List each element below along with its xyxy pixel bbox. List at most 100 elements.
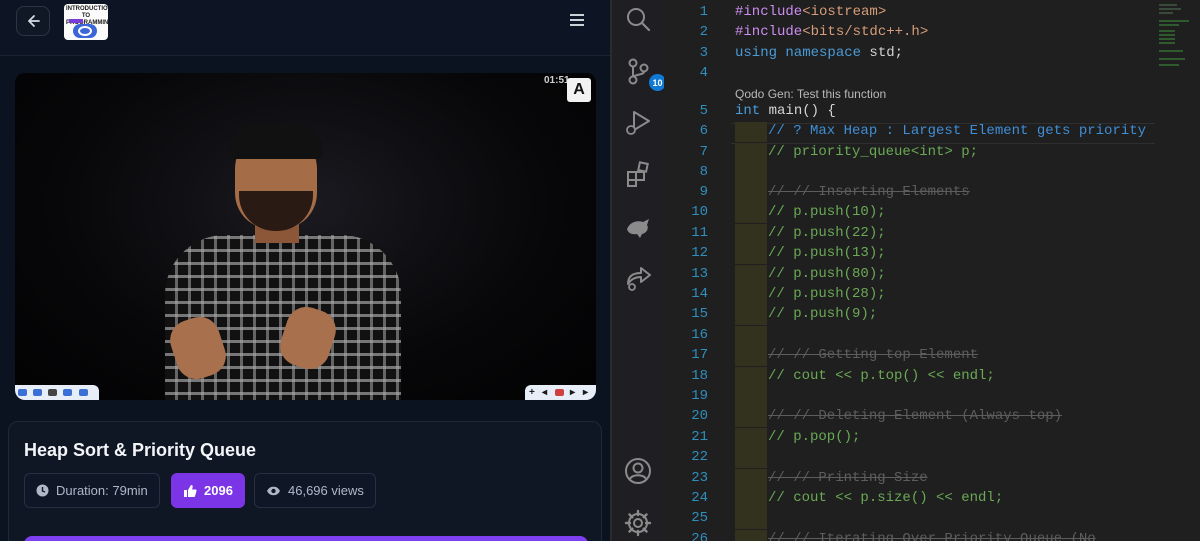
indent-guide xyxy=(735,122,767,142)
code-line[interactable]: using namespace std; xyxy=(735,45,903,61)
clock-icon xyxy=(36,484,49,497)
line-number: 18 xyxy=(691,368,708,384)
code-line[interactable]: // p.push(22); xyxy=(768,225,886,241)
video-lesson-panel: INTRODUCTION TO PROGRAMMING 01:51 A xyxy=(0,0,610,541)
run-debug-icon[interactable] xyxy=(623,107,653,137)
lesson-info-card: Heap Sort & Priority Queue Duration: 79m… xyxy=(8,421,602,541)
eye-icon xyxy=(267,486,280,495)
search-icon[interactable] xyxy=(623,4,653,34)
duration-pill: Duration: 79min xyxy=(24,473,160,508)
code-line[interactable]: // p.push(9); xyxy=(768,306,877,322)
indent-guide xyxy=(735,285,767,305)
indent-guide xyxy=(735,143,767,163)
code-line[interactable]: // p.pop(); xyxy=(768,429,860,445)
indent-guide xyxy=(735,387,767,407)
line-number: 6 xyxy=(699,123,708,139)
indent-guide xyxy=(735,244,767,264)
primary-action-button[interactable] xyxy=(24,536,588,541)
video-logo-badge: A xyxy=(567,78,591,102)
code-line[interactable]: // ? Max Heap : Largest Element gets pri… xyxy=(768,123,1146,139)
lesson-title: Heap Sort & Priority Queue xyxy=(24,440,257,460)
indent-guide xyxy=(735,224,767,244)
source-control-icon[interactable]: 10 xyxy=(623,56,666,91)
indent-guide xyxy=(735,203,767,223)
menu-button[interactable] xyxy=(566,10,588,30)
account-icon[interactable] xyxy=(623,456,653,486)
views-pill: 46,696 views xyxy=(254,473,376,508)
line-number: 16 xyxy=(691,327,708,343)
line-number: 13 xyxy=(691,266,708,282)
whiteboard-toolbar-left[interactable] xyxy=(15,385,99,400)
line-number: 21 xyxy=(691,429,708,445)
code-line[interactable]: #include<iostream> xyxy=(735,4,886,20)
line-number: 4 xyxy=(699,65,708,81)
line-number: 15 xyxy=(691,306,708,322)
activity-bar: 10 xyxy=(610,0,666,541)
line-number: 1 xyxy=(699,4,708,20)
line-number: 12 xyxy=(691,245,708,261)
settings-icon[interactable] xyxy=(623,508,653,538)
tools-icon[interactable] xyxy=(623,212,653,242)
code-line[interactable]: #include<bits/stdc++.h> xyxy=(735,24,928,40)
code-line[interactable]: // // Inserting Elements xyxy=(768,184,970,200)
code-line[interactable]: // p.push(28); xyxy=(768,286,886,302)
share-icon[interactable] xyxy=(623,263,653,293)
code-line[interactable]: // p.push(10); xyxy=(768,204,886,220)
indent-guide xyxy=(735,367,767,387)
indent-guide xyxy=(735,163,767,183)
whiteboard-toolbar-right[interactable]: + ◂ ▸ ▸ xyxy=(525,385,596,400)
course-logo[interactable]: INTRODUCTION TO PROGRAMMING xyxy=(64,4,108,40)
line-number: 11 xyxy=(691,225,708,241)
duration-label: Duration: 79min xyxy=(56,483,148,498)
minimap[interactable] xyxy=(1159,0,1199,70)
code-line[interactable]: // // Deleting Element (Always top) xyxy=(768,408,1062,424)
video-timestamp: 01:51 xyxy=(544,75,570,86)
top-bar: INTRODUCTION TO PROGRAMMING xyxy=(0,0,610,56)
code-line[interactable]: // // Printing Size xyxy=(768,470,928,486)
indent-guide xyxy=(735,265,767,285)
code-editor[interactable]: Qodo Gen: Test this function 1 #include<i… xyxy=(664,0,1200,541)
line-number: 7 xyxy=(699,144,708,160)
line-number: 19 xyxy=(691,388,708,404)
line-number: 20 xyxy=(691,408,708,424)
thumbs-up-icon xyxy=(184,484,197,497)
line-number: 5 xyxy=(699,103,708,119)
code-line[interactable]: int main() { xyxy=(735,103,836,119)
line-number: 26 xyxy=(691,531,708,541)
indent-guide xyxy=(735,326,767,346)
like-button[interactable]: 2096 xyxy=(171,473,245,508)
line-number: 24 xyxy=(691,490,708,506)
indent-guide xyxy=(735,305,767,325)
code-line[interactable]: // cout << p.top() << endl; xyxy=(768,368,995,384)
line-number: 2 xyxy=(699,24,708,40)
code-line[interactable]: // // Getting top Element xyxy=(768,347,978,363)
arrow-left-icon xyxy=(28,15,40,27)
extensions-icon[interactable] xyxy=(623,160,653,190)
indent-guide xyxy=(735,469,767,489)
indent-guide xyxy=(735,183,767,203)
indent-guide xyxy=(735,428,767,448)
line-number: 9 xyxy=(699,184,708,200)
views-count: 46,696 views xyxy=(288,483,364,498)
code-line[interactable]: // p.push(13); xyxy=(768,245,886,261)
code-line[interactable]: // priority_queue<int> p; xyxy=(768,144,978,160)
video-player[interactable]: 01:51 A + ◂ ▸ ▸ xyxy=(15,73,596,400)
line-number: 17 xyxy=(691,347,708,363)
line-number: 10 xyxy=(691,204,708,220)
indent-guide xyxy=(735,509,767,529)
screen: INTRODUCTION TO PROGRAMMING 01:51 A xyxy=(0,0,1200,541)
indent-guide xyxy=(735,530,767,541)
back-button[interactable] xyxy=(16,6,50,36)
code-line[interactable]: // // Iterating Over Priority Queue (No xyxy=(768,531,1096,541)
line-number: 25 xyxy=(691,510,708,526)
code-line[interactable]: // cout << p.size() << endl; xyxy=(768,490,1003,506)
codelens-hint[interactable]: Qodo Gen: Test this function xyxy=(735,87,886,101)
indent-guide xyxy=(735,346,767,366)
line-number: 22 xyxy=(691,449,708,465)
line-number: 14 xyxy=(691,286,708,302)
code-line[interactable]: // p.push(80); xyxy=(768,266,886,282)
like-count: 2096 xyxy=(204,483,233,498)
indent-guide xyxy=(735,407,767,427)
indent-guide xyxy=(735,489,767,509)
line-number: 8 xyxy=(699,164,708,180)
